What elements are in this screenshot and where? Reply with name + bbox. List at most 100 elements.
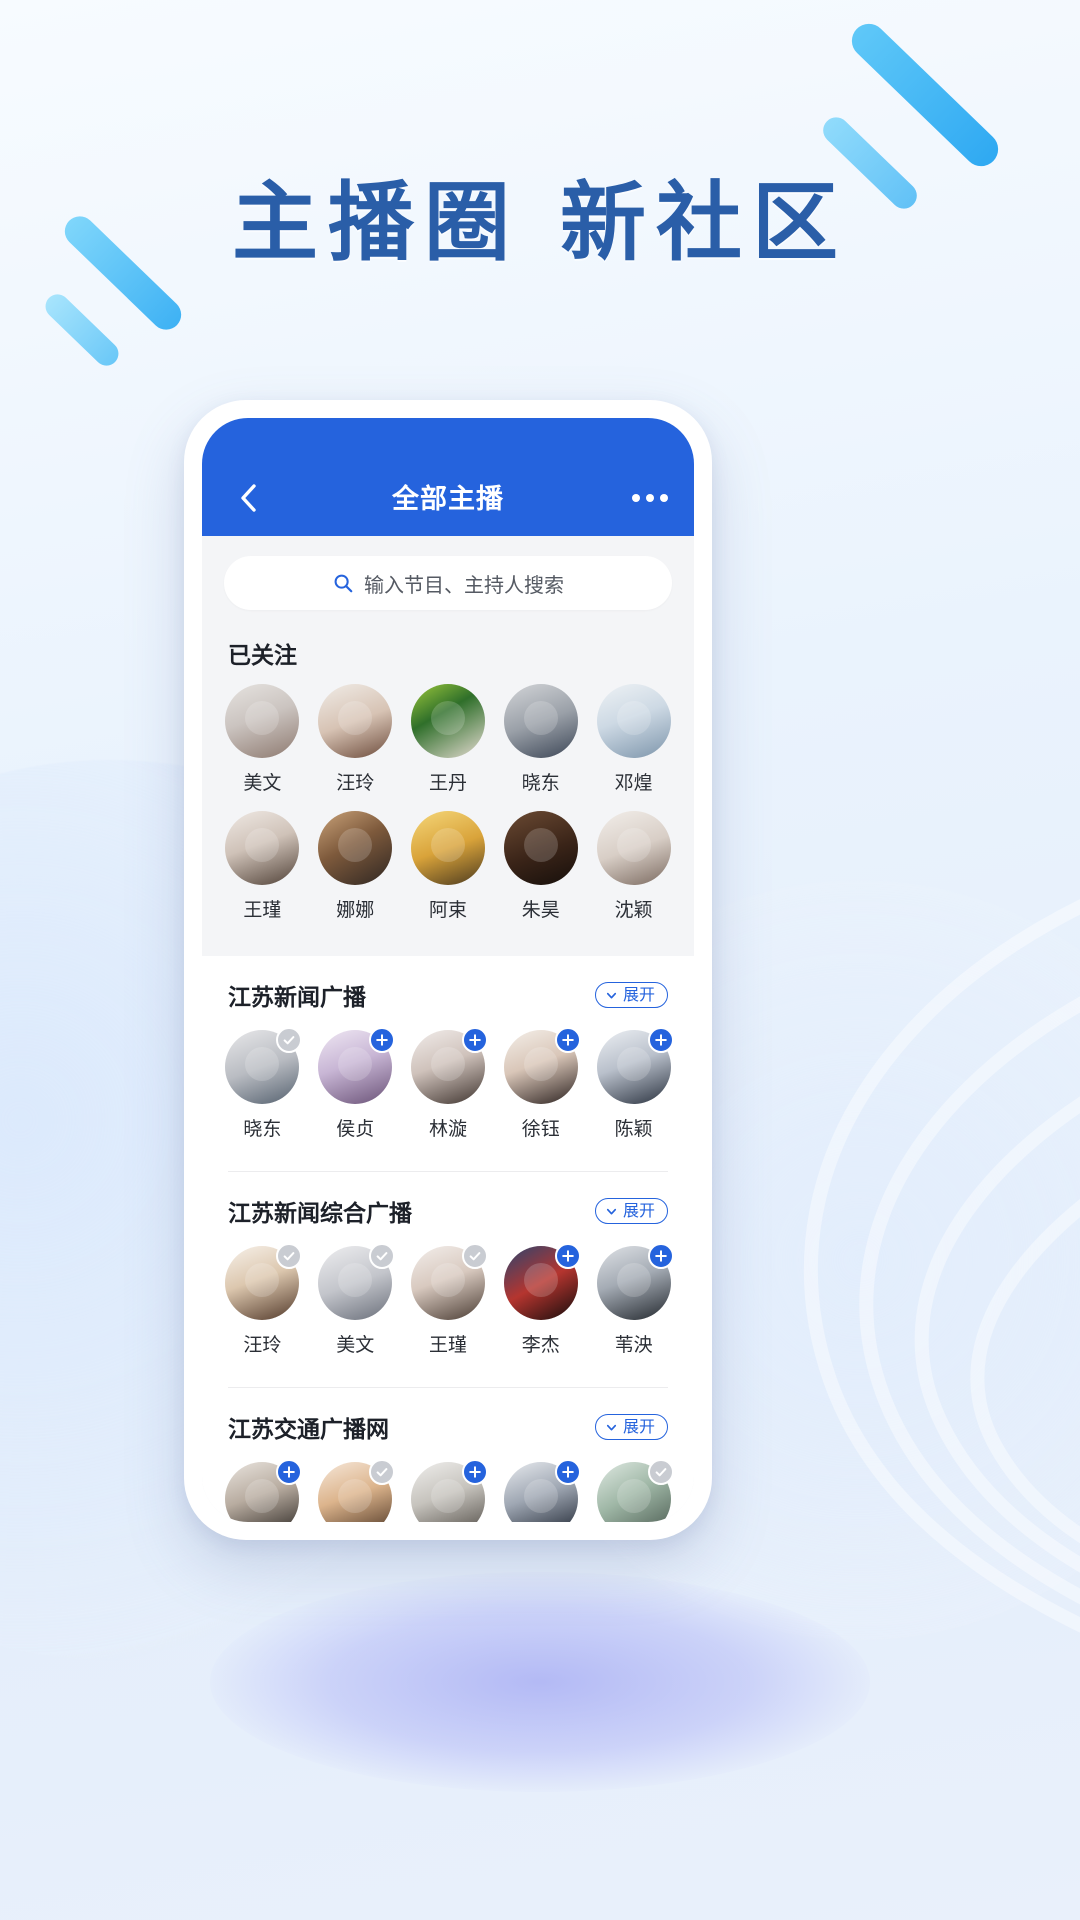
- host-cell[interactable]: 阿束: [402, 811, 495, 922]
- host-cell[interactable]: 李杰: [494, 1243, 587, 1357]
- host-cell[interactable]: 邓煌: [587, 684, 680, 795]
- host-cell[interactable]: [494, 1459, 587, 1522]
- host-cell[interactable]: 苇泱: [587, 1243, 680, 1357]
- avatar-wrap[interactable]: [596, 684, 671, 758]
- avatar[interactable]: [503, 684, 578, 758]
- chevron-left-icon: [241, 484, 256, 512]
- followed-check-badge[interactable]: [369, 1459, 396, 1485]
- station-name: 江苏新闻广播: [228, 985, 366, 1011]
- avatar-wrap[interactable]: [596, 1243, 674, 1320]
- avatar-wrap[interactable]: [225, 684, 300, 758]
- avatar-wrap[interactable]: [318, 1243, 396, 1320]
- station-host-grid: [202, 1450, 694, 1522]
- avatar-wrap[interactable]: [410, 1027, 488, 1104]
- plus-icon: [654, 1250, 667, 1262]
- avatar-wrap[interactable]: [596, 811, 671, 885]
- avatar[interactable]: [318, 811, 393, 885]
- avatar-wrap[interactable]: [225, 1243, 303, 1320]
- avatar-wrap[interactable]: [596, 1027, 674, 1104]
- avatar-wrap[interactable]: [503, 684, 578, 758]
- host-cell[interactable]: 汪玲: [216, 1243, 309, 1357]
- follow-add-badge[interactable]: [461, 1459, 488, 1485]
- avatar-wrap[interactable]: [503, 1027, 581, 1104]
- back-button[interactable]: [228, 478, 268, 518]
- avatar-wrap[interactable]: [410, 684, 485, 758]
- host-name: 娜娜: [336, 899, 375, 921]
- avatar-photo: [338, 828, 373, 863]
- scroll-content[interactable]: 输入节目、主持人搜索 已关注 美文 汪玲 王丹 晓东 邓煌 王瑾 娜娜 阿束 朱昊 沈颖 江苏新闻…: [202, 536, 694, 1522]
- followed-check-badge[interactable]: [647, 1459, 674, 1485]
- avatar[interactable]: [596, 684, 671, 758]
- page-title: 全部主播: [392, 484, 504, 515]
- host-cell[interactable]: 汪玲: [309, 684, 402, 795]
- avatar[interactable]: [318, 684, 393, 758]
- station-expand-button[interactable]: 展开: [594, 1414, 668, 1440]
- host-cell[interactable]: 美文: [309, 1243, 402, 1357]
- avatar-wrap[interactable]: [318, 684, 393, 758]
- station-host-grid: 汪玲 美文 王瑾 李杰 苇泱: [202, 1234, 694, 1373]
- host-cell[interactable]: 侯贞: [309, 1027, 402, 1141]
- check-icon: [283, 1036, 295, 1045]
- avatar[interactable]: [503, 811, 578, 885]
- avatar-photo: [338, 701, 373, 736]
- avatar-wrap[interactable]: [596, 1459, 674, 1522]
- avatar-wrap[interactable]: [318, 811, 393, 885]
- station-expand-button[interactable]: 展开: [594, 982, 668, 1008]
- follow-add-badge[interactable]: [647, 1027, 674, 1053]
- avatar[interactable]: [410, 684, 485, 758]
- avatar[interactable]: [225, 684, 300, 758]
- host-cell[interactable]: [587, 1459, 680, 1522]
- avatar-wrap[interactable]: [503, 811, 578, 885]
- host-cell[interactable]: 娜娜: [309, 811, 402, 922]
- avatar-wrap[interactable]: [225, 811, 300, 885]
- avatar-photo: [523, 1047, 558, 1082]
- host-cell[interactable]: 王丹: [402, 684, 495, 795]
- follow-add-badge[interactable]: [276, 1459, 303, 1485]
- follow-add-badge[interactable]: [461, 1027, 488, 1053]
- host-name: 美文: [243, 772, 282, 794]
- avatar-wrap[interactable]: [503, 1459, 581, 1522]
- follow-add-badge[interactable]: [647, 1243, 674, 1269]
- followed-check-badge[interactable]: [461, 1243, 488, 1269]
- follow-add-badge[interactable]: [554, 1459, 581, 1485]
- follow-add-badge[interactable]: [554, 1243, 581, 1269]
- avatar-wrap[interactable]: [318, 1459, 396, 1522]
- followed-check-badge[interactable]: [369, 1243, 396, 1269]
- host-name: 陈颖: [614, 1118, 653, 1140]
- host-cell[interactable]: [402, 1459, 495, 1522]
- avatar[interactable]: [596, 811, 671, 885]
- avatar-wrap[interactable]: [410, 1459, 488, 1522]
- followed-check-badge[interactable]: [276, 1027, 303, 1053]
- follow-add-badge[interactable]: [369, 1027, 396, 1053]
- avatar-photo: [523, 828, 558, 863]
- avatar[interactable]: [225, 811, 300, 885]
- followed-check-badge[interactable]: [276, 1243, 303, 1269]
- host-cell[interactable]: 晓东: [216, 1027, 309, 1141]
- avatar-wrap[interactable]: [410, 1243, 488, 1320]
- host-cell[interactable]: 朱昊: [494, 811, 587, 922]
- host-cell[interactable]: 沈颖: [587, 811, 680, 922]
- station-expand-button[interactable]: 展开: [594, 1198, 668, 1224]
- avatar-wrap[interactable]: [503, 1243, 581, 1320]
- host-cell[interactable]: 王瑾: [216, 811, 309, 922]
- host-cell[interactable]: [216, 1459, 309, 1522]
- host-cell[interactable]: 徐钰: [494, 1027, 587, 1141]
- host-cell[interactable]: 陈颖: [587, 1027, 680, 1141]
- plus-icon: [376, 1034, 388, 1046]
- host-cell[interactable]: [309, 1459, 402, 1522]
- avatar-wrap[interactable]: [318, 1027, 396, 1104]
- avatar-wrap[interactable]: [410, 811, 485, 885]
- more-options-button[interactable]: [632, 478, 668, 518]
- station-expand-label: 展开: [622, 1417, 655, 1436]
- avatar-wrap[interactable]: [225, 1027, 303, 1104]
- host-cell[interactable]: 林漩: [402, 1027, 495, 1141]
- host-cell[interactable]: 晓东: [494, 684, 587, 795]
- host-cell[interactable]: 王瑾: [402, 1243, 495, 1357]
- host-cell[interactable]: 美文: [216, 684, 309, 795]
- avatar[interactable]: [410, 811, 485, 885]
- follow-add-badge[interactable]: [554, 1027, 581, 1053]
- search-input[interactable]: 输入节目、主持人搜索: [224, 556, 672, 610]
- host-name: 邓煌: [614, 772, 653, 794]
- avatar-wrap[interactable]: [225, 1459, 303, 1522]
- host-name: 朱昊: [521, 899, 560, 921]
